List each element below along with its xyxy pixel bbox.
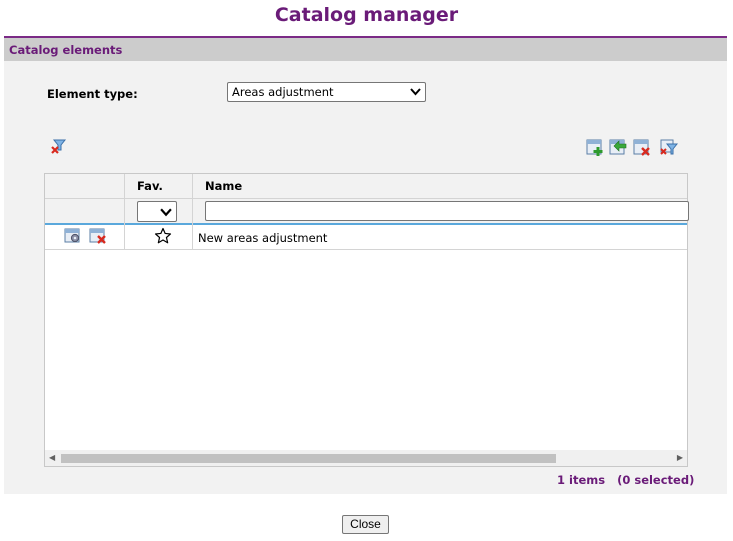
column-divider [124,174,125,250]
add-element-icon[interactable] [586,139,604,157]
elements-grid: Fav. Name New areas adjustment ◀ ▶ [44,173,689,467]
column-header-name[interactable]: Name [205,179,242,193]
name-filter-input[interactable] [205,201,689,221]
favorite-star-icon[interactable] [154,227,172,245]
close-button[interactable]: Close [342,515,389,534]
horizontal-scrollbar[interactable]: ◀ ▶ [45,450,687,466]
delete-element-icon[interactable] [89,228,107,244]
items-count: 1 items (0 selected) [557,473,695,487]
scroll-left-icon[interactable]: ◀ [49,453,55,462]
scrollbar-thumb[interactable] [61,454,556,463]
filter-settings-icon[interactable] [660,139,678,157]
chevron-down-icon [410,88,421,96]
fav-filter-select[interactable] [137,201,177,222]
edit-element-icon[interactable] [64,228,82,244]
column-header-fav[interactable]: Fav. [137,179,163,193]
delete-elements-icon[interactable] [633,139,651,157]
filter-clear-icon[interactable] [50,138,68,156]
import-element-icon[interactable] [609,139,627,157]
element-type-label: Element type: [47,87,138,101]
scroll-right-icon[interactable]: ▶ [677,453,683,462]
element-type-value: Areas adjustment [232,85,334,99]
panel-header: Catalog elements [4,36,727,61]
header-divider [45,198,687,199]
element-type-select[interactable]: Areas adjustment [227,82,426,102]
chevron-down-icon [160,208,172,217]
row-divider [45,249,687,250]
column-divider [192,174,193,250]
window-title: Catalog manager [274,4,459,26]
catalog-elements-panel: Catalog elements Element type: Areas adj… [4,36,727,494]
row-name[interactable]: New areas adjustment [198,231,327,245]
